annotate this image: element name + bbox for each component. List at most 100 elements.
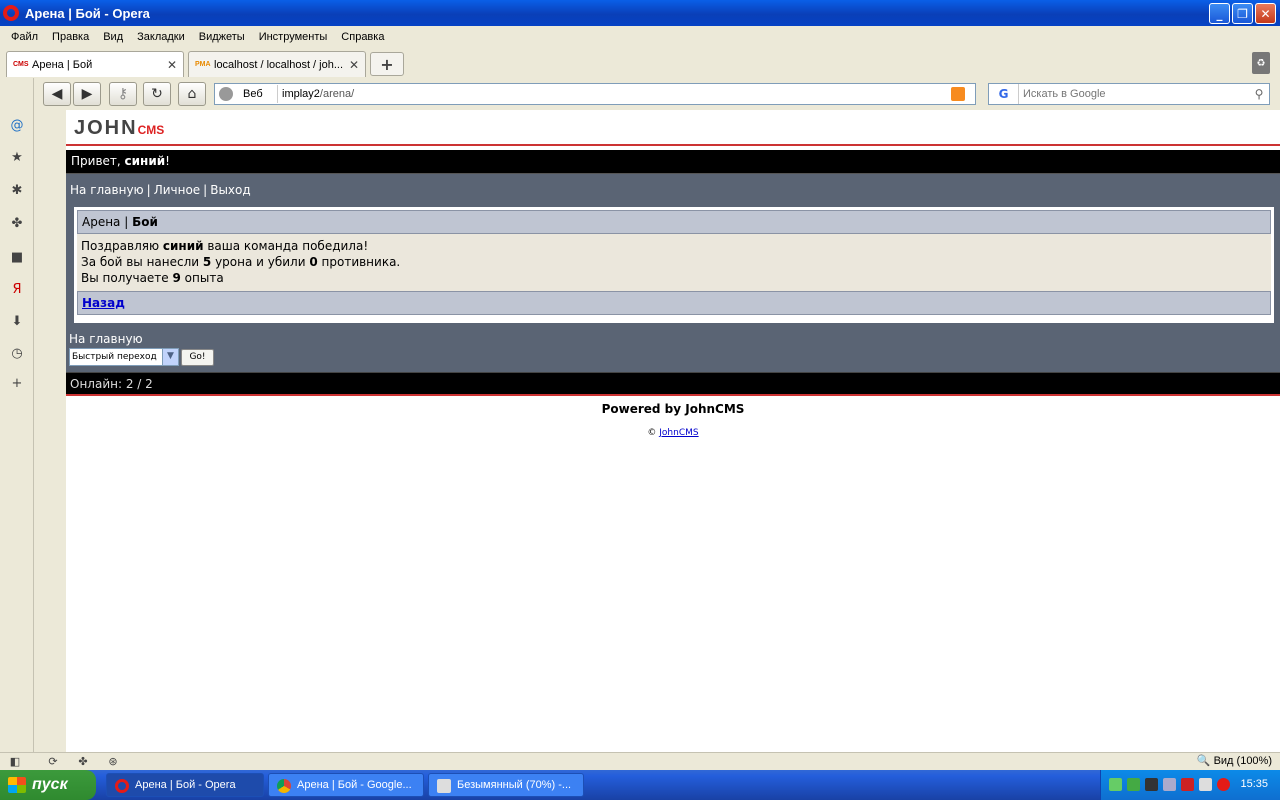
tab-label: localhost / localhost / joh... [214,58,344,71]
zoom-level[interactable]: 🔍 Вид (100%) [1197,754,1272,767]
greeting-bar: Привет, синий! [66,150,1280,174]
battle-result-box: Арена | Бой Поздравляю синий ваша команд… [74,207,1274,323]
windows-flag-icon [8,777,26,793]
page-viewport: JOHNCMS Привет, синий! На главную | Личное… [66,110,1280,752]
taskbar-paint[interactable]: Безымянный (70%) -... [428,773,584,797]
nav-personal-link[interactable]: Личное [154,183,200,197]
quick-jump-select[interactable]: Быстрый переход ▼ [69,348,179,366]
mail-icon[interactable]: @ [8,116,26,134]
logo-header: JOHNCMS [66,110,1280,146]
copyright-link[interactable]: JohnCMS [659,428,698,438]
status-bar: ◧ ⟳ ✤ ⊛ 🔍 Вид (100%) [0,752,1280,770]
taskbar-chrome[interactable]: Арена | Бой - Google... [268,773,424,797]
home-icon[interactable]: ⌂ [178,82,206,106]
start-button[interactable]: пуск [0,770,96,800]
google-icon[interactable]: G [989,84,1019,104]
system-tray: 15:35 [1100,770,1280,800]
yandex-icon[interactable]: Я [8,280,26,298]
close-button[interactable]: ✕ [1255,3,1276,24]
menu-tools[interactable]: Инструменты [259,31,328,43]
johncms-logo[interactable]: JOHNCMS [74,117,164,140]
new-tab-button[interactable]: + [370,52,404,76]
nav-home-link[interactable]: На главную [70,183,144,197]
greeting-prefix: Привет, [71,154,125,168]
link-status-icon[interactable]: ⊛ [104,755,122,769]
menu-bar: Файл Правка Вид Закладки Виджеты Инструм… [0,26,1280,48]
menu-view[interactable]: Вид [103,31,123,43]
add-panel-icon[interactable]: + [8,374,26,392]
paint-icon [437,779,451,793]
notes-icon[interactable]: ■ [8,248,26,266]
go-button[interactable]: Go! [181,349,214,366]
window-title: Арена | Бой - Opera [25,5,150,21]
tray-clock[interactable]: 15:35 [1240,778,1268,790]
chevron-down-icon[interactable]: ▼ [162,349,178,365]
online-counter[interactable]: Онлайн: 2 / 2 [66,372,1280,396]
restore-button[interactable]: ❐ [1232,3,1253,24]
trash-icon[interactable]: ♻ [1252,52,1270,74]
cms-favicon-icon: CMS [13,60,29,68]
downloads-icon[interactable]: ⬇ [8,312,26,330]
tray-network-icon[interactable] [1109,778,1122,791]
panel-sidebar: @ ★ ✱ ✤ ■ Я ⬇ ◷ + [0,78,34,752]
tab-arena[interactable]: CMS Арена | Бой ✕ [6,51,184,77]
globe-icon [219,87,233,101]
tab-close-icon[interactable]: ✕ [349,58,359,72]
menu-help[interactable]: Справка [341,31,384,43]
rss-feed-icon[interactable] [951,87,965,101]
result-line-3: Вы получаете 9 опыта [81,271,224,285]
address-bar[interactable]: Веб implay2/arena/ [214,83,976,105]
address-url[interactable]: implay2/arena/ [282,88,354,100]
result-line-1: Поздравляю синий ваша команда победила! [81,239,369,253]
address-toolbar: ◀ ▶ ⚷ ↻ ⌂ Веб implay2/arena/ G ⚲ [34,78,1280,110]
panel-toggle-icon[interactable]: ◧ [6,755,24,769]
back-link[interactable]: Назад [82,296,125,310]
tray-phone-icon[interactable] [1181,778,1194,791]
footer-home-link[interactable]: На главную [69,332,143,346]
result-line-2: За бой вы нанесли 5 урона и убили 0 прот… [81,255,401,269]
url-path: /arena/ [319,88,355,100]
nav-logout-link[interactable]: Выход [210,183,250,197]
tab-label: Арена | Бой [32,58,93,71]
copyright: © JohnCMS [647,428,699,438]
minimize-button[interactable]: _ [1209,3,1230,24]
tab-close-icon[interactable]: ✕ [167,58,177,72]
turbo-icon[interactable]: ⟳ [44,755,62,769]
reload-icon[interactable]: ↻ [143,82,171,106]
main-area: На главную | Личное | Выход Арена | Бой Позд… [66,174,1280,372]
search-input[interactable] [1023,88,1249,100]
opera-icon [115,779,129,793]
unite-status-icon[interactable]: ✤ [74,755,92,769]
window-titlebar: Арена | Бой - Opera _ ❐ ✕ [0,0,1280,26]
battle-result-text: Поздравляю синий ваша команда победила! … [77,234,1271,291]
chrome-icon [277,779,291,793]
wand-key-icon[interactable]: ⚷ [109,82,137,106]
tray-spy-icon[interactable] [1145,778,1158,791]
search-box[interactable]: G ⚲ [988,83,1270,105]
taskbar-opera[interactable]: Арена | Бой - Opera [106,773,264,797]
menu-bookmarks[interactable]: Закладки [137,31,185,43]
unite-icon[interactable]: ✤ [8,214,26,232]
search-icon[interactable]: ⚲ [1249,87,1269,101]
powered-by: Powered by JohnCMS [601,402,745,416]
menu-file[interactable]: Файл [11,31,38,43]
tab-phpmyadmin[interactable]: PMA localhost / localhost / joh... ✕ [188,51,366,77]
back-arrow-icon[interactable]: ◀ [43,82,71,106]
tray-torrent-icon[interactable] [1127,778,1140,791]
history-icon[interactable]: ◷ [8,344,26,362]
back-bar: Назад [77,291,1271,315]
menu-edit[interactable]: Правка [52,31,89,43]
forward-arrow-icon[interactable]: ▶ [73,82,101,106]
menu-widgets[interactable]: Виджеты [199,31,245,43]
url-host: implay2 [282,88,320,100]
windows-taskbar: пуск Арена | Бой - Opera Арена | Бой - G… [0,770,1280,800]
pma-favicon-icon: PMA [195,60,211,68]
bookmarks-icon[interactable]: ★ [8,148,26,166]
widgets-icon[interactable]: ✱ [8,181,26,199]
opera-logo-icon [3,5,19,21]
tray-opera-icon[interactable] [1217,778,1230,791]
tray-mail-icon[interactable] [1163,778,1176,791]
page-header: Арена | Бой [77,210,1271,234]
top-nav: На главную | Личное | Выход [70,183,251,197]
tray-signal-icon[interactable] [1199,778,1212,791]
